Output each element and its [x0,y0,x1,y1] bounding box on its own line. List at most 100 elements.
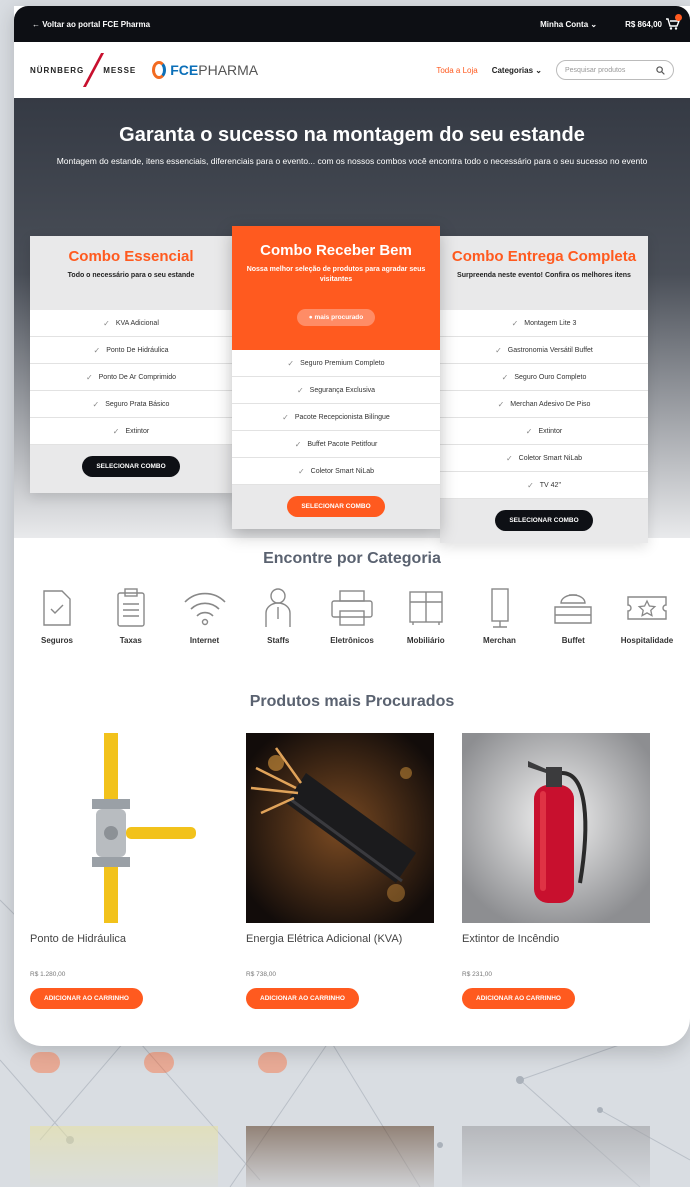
add-to-cart-button[interactable]: ADICIONAR AO CARRINHO [462,988,575,1009]
search-icon[interactable] [656,65,665,75]
banner-stand-icon [490,588,509,628]
account-menu[interactable]: Minha Conta ⌄ [540,20,597,29]
check-icon: ✓ [103,318,110,328]
hero-section: Garanta o sucesso na montagem do seu est… [14,98,690,543]
combo-item: ✓ Extintor [30,418,232,445]
cart-total[interactable]: R$ 864,00 [625,20,662,29]
category-label: Hospitalidade [620,636,674,645]
back-to-portal-link[interactable]: ← Voltar ao portal FCE Pharma [32,20,540,29]
product-image-fire-extinguisher[interactable] [462,733,650,923]
wifi-icon [183,592,226,626]
product-price: R$ 738,00 [246,971,276,978]
combo-item: ✓ Ponto De Ar Comprimido [30,364,232,391]
staff-person-icon [265,588,291,627]
reflected-image [462,1126,650,1187]
check-icon: ✓ [497,399,505,409]
combo-item: ✓ Pacote Recepcionista Bilíngue [232,404,440,431]
check-icon: ✓ [282,412,289,422]
combo-item: ✓ Extintor [440,418,648,445]
combo-card-receber-bem: Combo Receber Bem Nossa melhor seleção d… [232,226,440,529]
main-nav: NÜRNBERG MESSE FCE PHARMA Toda a Loja Cat… [14,42,690,98]
check-icon: ✓ [85,372,93,382]
popular-products-heading: Produtos mais Procurados [249,693,455,710]
product-image-electric-cable[interactable] [246,733,434,923]
combo-item: ✓ Gastronomia Versátil Buffet [440,337,648,364]
category-list: Seguros Taxas Internet Staffs Eletrônico… [14,586,690,645]
check-icon: ✓ [112,426,120,436]
nav-store-link[interactable]: Toda a Loja [436,66,477,75]
page-reflection [14,1046,690,1187]
cart-icon[interactable] [666,14,682,30]
product-image-hydraulic-valve[interactable] [30,733,218,923]
category-taxas[interactable]: Taxas [100,586,162,645]
logo-text-pharma: PHARMA [198,62,259,78]
combo-item: ✓ Coletor Smart NiLab [440,445,648,472]
combo-header: Combo Entrega Completa Surpreenda neste … [440,236,648,310]
search-input[interactable]: Pesquisar produtos [556,60,674,80]
check-icon: ✓ [495,345,502,355]
category-eletronicos[interactable]: Eletrônicos [321,586,383,645]
logo-text-messe: MESSE [103,65,137,75]
category-merchan[interactable]: Merchan [469,586,531,645]
combo-item: ✓ Montagem Lite 3 [440,310,648,337]
nav-categories-menu[interactable]: Categorias ⌄ [492,66,542,75]
combo-item: ✓ TV 42" [440,472,648,499]
category-internet[interactable]: Internet [174,586,236,645]
select-combo-button[interactable]: SELECIONAR COMBO [82,456,180,477]
reflected-image [30,1126,218,1187]
reflected-button [143,1052,174,1073]
hero-title: Garanta o sucesso na montagem do seu est… [119,124,585,146]
category-staffs[interactable]: Staffs [247,586,309,645]
printer-icon [331,590,373,626]
product-price: R$ 231,00 [462,971,492,978]
product-name[interactable]: Energia Elétrica Adicional (KVA) [246,933,434,963]
check-icon: ✓ [511,318,519,328]
categories-heading: Encontre por Categoria [263,550,441,567]
product-grid: Ponto de Hidráulica R$ 1.280,00 ADICIONA… [14,733,690,1009]
chevron-down-icon: ⌄ [590,19,598,29]
product-price: R$ 1.280,00 [30,971,66,978]
combo-subtitle: Nossa melhor seleção de produtos para ag… [246,266,426,283]
clipboard-icon [117,588,145,627]
product-name[interactable]: Ponto de Hidráulica [30,933,218,963]
check-icon: ✓ [296,385,304,395]
nav-links: Toda a Loja Categorias ⌄ Pesquisar produ… [436,60,674,80]
combo-item: ✓ Seguro Prata Básico [30,391,232,418]
combo-item: ✓ Ponto De Hidráulica [30,337,232,364]
combo-title: Combo Essencial [68,248,194,265]
combo-subtitle: Todo o necessário para o seu estande [67,272,195,279]
reflected-image [246,1126,434,1187]
product-name[interactable]: Extintor de Incêndio [462,933,650,963]
add-to-cart-button[interactable]: ADICIONAR AO CARRINHO [30,988,143,1009]
select-combo-button[interactable]: SELECIONAR COMBO [495,510,593,531]
category-label: Buffet [561,636,585,645]
combo-header: Combo Receber Bem Nossa melhor seleção d… [232,226,440,350]
top-bar: ← Voltar ao portal FCE Pharma Minha Cont… [14,6,690,42]
product-card: Extintor de Incêndio R$ 231,00 ADICIONAR… [462,733,650,1009]
category-hospitalidade[interactable]: Hospitalidade [616,586,678,645]
combo-footer: SELECIONAR COMBO [440,499,648,543]
reflected-button [30,1052,60,1073]
combo-header: Combo Essencial Todo o necessário para o… [30,236,232,310]
check-icon: ✓ [294,439,302,449]
fce-pharma-logo[interactable]: FCE PHARMA [152,61,258,79]
cabinet-icon [409,591,443,625]
category-label: Internet [189,636,220,645]
logo-text-nurnberg: NÜRNBERG [30,65,85,75]
select-combo-button[interactable]: SELECIONAR COMBO [287,496,385,517]
category-seguros[interactable]: Seguros [26,586,88,645]
nurnberg-messe-logo[interactable]: NÜRNBERG MESSE [30,53,136,87]
combo-title: Combo Receber Bem [260,242,412,259]
add-to-cart-button[interactable]: ADICIONAR AO CARRINHO [246,988,359,1009]
category-buffet[interactable]: Buffet [542,586,604,645]
most-popular-badge: ● mais procurado [296,308,376,326]
categories-label: Categorias [491,65,534,75]
category-label: Eletrônicos [330,636,374,645]
product-card: Energia Elétrica Adicional (KVA) R$ 738,… [246,733,434,1009]
category-label: Merchan [483,636,516,645]
category-label: Mobiliário [406,636,445,645]
category-mobiliario[interactable]: Mobiliário [395,586,457,645]
badge-label: mais procurado [314,313,364,321]
combo-item: ✓ Coletor Smart NiLab [232,458,440,485]
category-label: Taxas [119,636,142,645]
